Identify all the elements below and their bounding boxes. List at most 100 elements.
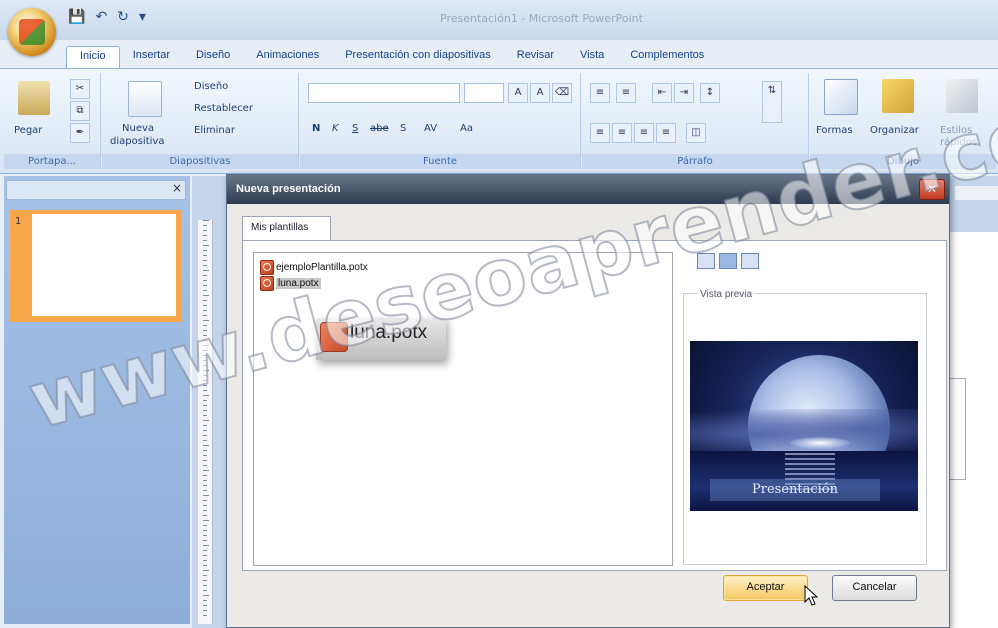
drawing-group-label: Dibujo [810,154,996,169]
arrange-button[interactable]: Organizar [870,125,919,136]
justify-icon[interactable]: ≡ [656,123,676,143]
char-spacing-button[interactable]: AV [424,123,437,134]
ruler-tick [203,400,207,401]
text-direction-icon[interactable]: ⇅ [762,81,782,123]
tab-diseno[interactable]: Diseño [183,46,243,68]
dialog-title-bar[interactable]: Nueva presentación ✕ [227,175,949,204]
ruler-tick [203,440,207,441]
ruler-tick [203,570,209,571]
format-painter-icon[interactable]: ✒ [70,123,90,143]
grow-font-icon[interactable]: A [508,83,528,103]
ruler-tick [203,245,209,246]
align-right-icon[interactable]: ≡ [634,123,654,143]
ruler-tick [203,560,207,561]
ruler-tick [203,380,207,381]
ruler-tick [203,500,207,501]
slides-group: Nueva diapositiva Diseño Restablecer Eli… [102,73,299,169]
ruler-tick [203,355,207,356]
align-center-icon[interactable]: ≡ [612,123,632,143]
potx-file-icon [260,260,274,275]
ruler-tick [203,270,209,271]
underline-button[interactable]: S [352,123,358,134]
numbering-icon[interactable]: ≡ [616,83,636,103]
cut-icon[interactable]: ✂ [70,79,90,99]
quick-styles-icon[interactable] [946,79,978,113]
shadow-button[interactable]: S [400,123,406,134]
paragraph-group-label: Párrafo [582,154,808,169]
large-icons-view-icon[interactable] [697,253,715,269]
tab-inicio[interactable]: Inicio [66,46,120,68]
copy-icon[interactable]: ⧉ [70,101,90,121]
shapes-icon[interactable] [824,79,858,115]
increase-indent-icon[interactable]: ⇥ [674,83,694,103]
vertical-ruler [198,220,213,624]
tab-presentacion[interactable]: Presentación con diapositivas [332,46,504,68]
reset-button[interactable]: Restablecer [194,103,253,114]
ruler-tick [203,470,209,471]
tab-insertar[interactable]: Insertar [120,46,183,68]
redo-icon[interactable]: ↻ [117,9,129,25]
tab-complementos[interactable]: Complementos [617,46,717,68]
ruler-tick [203,415,207,416]
bold-button[interactable]: N [312,123,320,134]
font-name-input[interactable] [308,83,460,103]
shrink-font-icon[interactable]: A [530,83,550,103]
ok-button[interactable]: Aceptar [723,575,808,601]
ruler-tick [203,550,207,551]
new-slide-label-2[interactable]: diapositiva [110,136,164,147]
italic-button[interactable]: K [332,123,339,134]
templates-list[interactable]: ejemploPlantilla.potx luna.potx luna.pot… [253,252,673,566]
layout-button[interactable]: Diseño [194,81,228,92]
ruler-tick [203,475,207,476]
align-left-icon[interactable]: ≡ [590,123,610,143]
ruler-tick [203,225,207,226]
customize-qat-icon[interactable]: ▾ [139,9,146,25]
tab-vista[interactable]: Vista [567,46,617,68]
bullets-icon[interactable]: ≡ [590,83,610,103]
slides-outline-tabs[interactable] [6,180,186,200]
line-spacing-icon[interactable]: ↕ [700,83,720,103]
quick-styles-label-2[interactable]: rápidos [940,137,977,148]
drawing-group: Formas Organizar Estilos rápidos Dibujo [810,73,996,169]
paste-icon[interactable] [18,81,50,115]
arrange-icon[interactable] [882,79,914,113]
new-slide-label-1[interactable]: Nueva [122,123,154,134]
undo-icon[interactable]: ↶ [95,9,107,25]
save-icon[interactable]: 💾 [68,9,85,25]
tab-revisar[interactable]: Revisar [504,46,567,68]
delete-slide-button[interactable]: Eliminar [194,125,235,136]
font-size-input[interactable] [464,83,504,103]
tab-my-templates[interactable]: Mis plantillas [242,216,331,240]
ruler-tick [203,240,207,241]
ruler-tick [203,345,209,346]
ruler-tick [203,465,207,466]
decrease-indent-icon[interactable]: ⇤ [652,83,672,103]
paste-button[interactable]: Pegar [14,125,42,136]
ruler-tick [203,450,207,451]
list-item[interactable]: ejemploPlantilla.potx [260,260,368,275]
columns-icon[interactable]: ◫ [686,123,706,143]
change-case-button[interactable]: Aa [460,123,473,134]
view-buttons [697,253,759,269]
ruler-tick [203,530,207,531]
shapes-button[interactable]: Formas [816,125,853,136]
list-item[interactable]: luna.potx [260,276,321,291]
pane-close-icon[interactable]: × [172,181,182,195]
preview-label: Vista previa [697,289,756,300]
list-view-icon[interactable] [719,253,737,269]
tab-animaciones[interactable]: Animaciones [243,46,332,68]
clear-format-icon[interactable]: ⌫ [552,83,572,103]
office-button[interactable] [8,8,56,56]
clipboard-group: Pegar ✂ ⧉ ✒ Portapa... [4,73,101,169]
slide-thumbnail[interactable]: 1 [10,210,182,322]
cancel-button[interactable]: Cancelar [832,575,917,601]
details-view-icon[interactable] [741,253,759,269]
quick-styles-label-1[interactable]: Estilos [940,125,972,136]
new-slide-icon[interactable] [128,81,162,117]
ruler-tick [203,490,207,491]
close-icon[interactable]: ✕ [919,179,945,200]
ribbon-tabs: Inicio Insertar Diseño Animaciones Prese… [66,46,717,68]
strikethrough-button[interactable]: abe [370,123,389,134]
ruler-tick [203,535,207,536]
potx-file-icon [260,276,274,291]
